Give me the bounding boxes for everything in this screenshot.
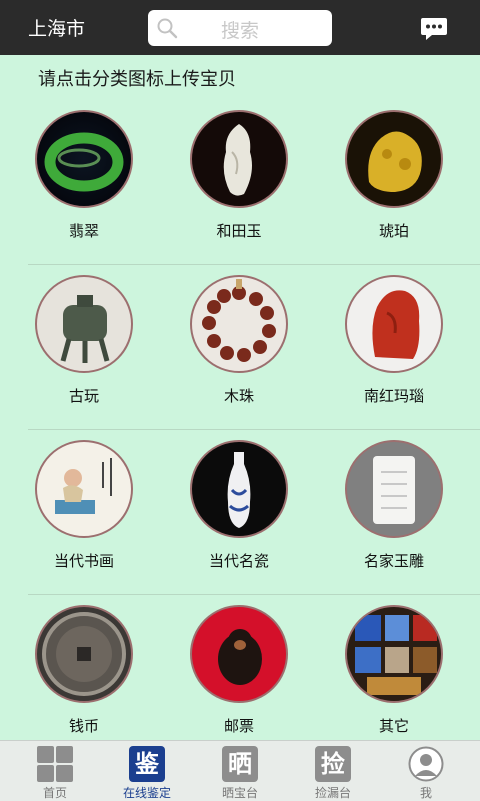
bottom-tab-bar: 首页 鉴 在线鉴定 晒 晒宝台 捡 捡漏台 我 — [0, 740, 480, 801]
tab-label: 我 — [419, 786, 432, 800]
muzhu-image — [190, 275, 288, 373]
category-mingci[interactable]: 当代名瓷 — [185, 430, 335, 594]
shuhua-image — [35, 440, 133, 538]
category-label: 古玩 — [68, 387, 99, 405]
category-shuhua[interactable]: 当代书画 — [30, 430, 180, 594]
appraisal-icon: 鉴 — [129, 746, 165, 782]
user-avatar-icon — [408, 746, 444, 782]
bargain-icon: 捡 — [315, 746, 351, 782]
category-label: 南红玛瑙 — [363, 387, 424, 405]
yudiao-image — [345, 440, 443, 538]
youpiao-image — [190, 605, 288, 703]
tab-label: 捡漏台 — [314, 786, 351, 800]
category-label: 名家玉雕 — [363, 552, 424, 570]
tab-home[interactable]: 首页 — [7, 741, 103, 801]
category-label: 和田玉 — [216, 222, 262, 240]
category-qianbi[interactable]: 钱币 — [30, 595, 180, 759]
category-label: 当代名瓷 — [208, 552, 269, 570]
search-input[interactable]: 搜索 — [148, 10, 332, 46]
category-row: 当代书画 当代名瓷 名家玉雕 — [28, 430, 480, 595]
tab-bargain[interactable]: 捡 捡漏台 — [285, 741, 381, 801]
top-bar: 上海市 搜索 — [0, 0, 480, 55]
category-yudiao[interactable]: 名家玉雕 — [340, 430, 480, 594]
tab-label: 晒宝台 — [221, 786, 258, 800]
category-label: 其它 — [378, 717, 409, 735]
hetianyu-image — [190, 110, 288, 208]
category-nanhong[interactable]: 南红玛瑙 — [340, 265, 480, 429]
category-qita[interactable]: 其它 — [340, 595, 480, 759]
category-guwan[interactable]: 古玩 — [30, 265, 180, 429]
qianbi-image — [35, 605, 133, 703]
city-selector[interactable]: 上海市 — [28, 14, 85, 41]
category-row: 古玩 木珠 南红玛瑙 — [28, 265, 480, 430]
category-row: 钱币 邮票 其它 — [28, 595, 480, 759]
category-label: 翡翠 — [68, 222, 99, 240]
mingci-image — [190, 440, 288, 538]
search-placeholder: 搜索 — [220, 20, 259, 42]
qita-image — [345, 605, 443, 703]
message-icon[interactable] — [420, 16, 448, 42]
tab-online-appraisal[interactable]: 鉴 在线鉴定 — [99, 741, 195, 801]
show-treasure-icon: 晒 — [222, 746, 258, 782]
tab-label: 在线鉴定 — [122, 786, 171, 800]
tab-me[interactable]: 我 — [378, 741, 474, 801]
home-grid-icon — [37, 746, 73, 782]
category-label: 木珠 — [223, 387, 254, 405]
tab-label: 首页 — [42, 786, 67, 800]
upload-prompt: 请点击分类图标上传宝贝 — [38, 69, 236, 90]
category-label: 邮票 — [223, 717, 254, 735]
feicui-image — [35, 110, 133, 208]
category-hupo[interactable]: 琥珀 — [340, 100, 480, 264]
category-muzhu[interactable]: 木珠 — [185, 265, 335, 429]
category-feicui[interactable]: 翡翠 — [30, 100, 180, 264]
category-label: 当代书画 — [53, 552, 114, 570]
category-grid: 翡翠 和田玉 琥珀 古玩 木珠 南红玛瑙 当代书画 当代名瓷 名家玉雕 钱币 邮… — [28, 100, 480, 759]
category-row: 翡翠 和田玉 琥珀 — [28, 100, 480, 265]
category-label: 琥珀 — [378, 222, 409, 240]
guwan-image — [35, 275, 133, 373]
category-hetianyu[interactable]: 和田玉 — [185, 100, 335, 264]
hupo-image — [345, 110, 443, 208]
tab-show-treasure[interactable]: 晒 晒宝台 — [192, 741, 288, 801]
nanhong-image — [345, 275, 443, 373]
category-youpiao[interactable]: 邮票 — [185, 595, 335, 759]
category-label: 钱币 — [68, 717, 99, 735]
